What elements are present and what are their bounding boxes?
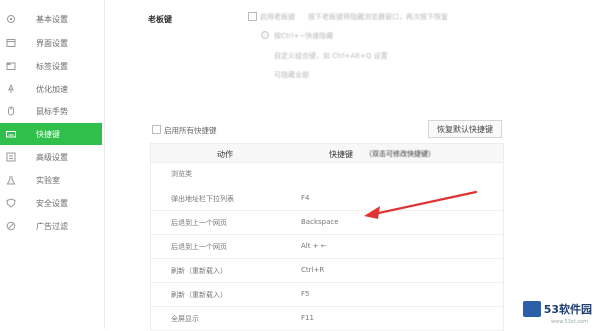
watermark-logo: 53软件园 — [522, 301, 592, 317]
sidebar-item-shortcuts[interactable]: 快捷键 — [0, 123, 102, 145]
sidebar-item-advanced[interactable]: 高级设置 — [0, 146, 102, 168]
enable-all-shortcuts-checkbox[interactable] — [152, 125, 161, 134]
column-key-hint: （双击可修改快捷键） — [365, 150, 435, 158]
boss-key-description: 按下老板键将隐藏浏览器窗口，再次按下恢复 — [308, 13, 448, 21]
row-key[interactable]: F5 — [301, 290, 309, 298]
flask-icon — [6, 175, 16, 185]
gear-icon — [6, 14, 16, 24]
column-key: 快捷键 — [329, 150, 353, 159]
sidebar-item-basic[interactable]: 基本设置 — [0, 8, 102, 30]
row-key[interactable]: Backspace — [301, 218, 339, 226]
window-icon — [6, 38, 16, 48]
rocket-icon — [6, 84, 16, 94]
filter-icon — [6, 221, 16, 231]
sidebar-item-label: 优化加速 — [36, 84, 68, 94]
brand-logo-icon — [522, 301, 541, 317]
table-row[interactable]: 刷新（重新载入） Ctrl+R — [151, 258, 503, 283]
sidebar-item-mouse-gesture[interactable]: 鼠标手势 — [0, 100, 102, 122]
sidebar-item-tabs[interactable]: 标签设置 — [0, 55, 102, 77]
sidebar-item-label: 广告过滤 — [36, 221, 68, 231]
annotation-arrow-icon — [364, 190, 478, 219]
row-action: 全屏显示 — [171, 315, 199, 323]
shield-icon — [6, 198, 16, 208]
row-action: 弹出地址栏下拉列表 — [171, 195, 234, 203]
sidebar-item-ad-filter[interactable]: 广告过滤 — [0, 215, 102, 237]
watermark-site: www.53xt.com — [551, 319, 588, 325]
sidebar-item-interface[interactable]: 界面设置 — [0, 32, 102, 54]
sidebar-item-label: 安全设置 — [36, 198, 68, 208]
sidebar-item-label: 鼠标手势 — [36, 106, 68, 116]
sidebar-item-label: 实验室 — [36, 175, 60, 185]
group-label: 浏览类 — [171, 170, 192, 178]
row-key[interactable]: Ctrl+R — [301, 266, 324, 274]
row-key[interactable]: F4 — [301, 194, 309, 202]
sidebar: 基本设置 界面设置 标签设置 优化加速 鼠标手势 快捷键 高级设置 实验室 安全… — [0, 0, 105, 329]
sidebar-item-label: 界面设置 — [36, 38, 68, 48]
keyboard-icon — [6, 129, 16, 139]
table-row[interactable]: 刷新（重新载入） F5 — [151, 282, 503, 307]
boss-key-option2-label: 自定义组合键，如 Ctrl+Alt+Q 设置 — [274, 52, 388, 60]
row-key[interactable]: F11 — [301, 314, 314, 322]
mouse-icon — [6, 106, 16, 116]
enable-all-shortcuts-label: 启用所有快捷键 — [164, 126, 217, 135]
boss-key-title: 老板键 — [148, 15, 172, 24]
boss-key-sub-label: 可隐藏全部 — [274, 71, 309, 79]
watermark-brand: 53软件园 — [543, 303, 592, 316]
boss-key-enable-label: 启用老板键 — [260, 13, 295, 21]
row-key[interactable]: Alt + ← — [301, 242, 327, 250]
settings-main: 老板键 启用老板键 按下老板键将隐藏浏览器窗口，再次按下恢复 按Ctrl+~快速… — [104, 0, 596, 331]
advanced-icon — [6, 152, 16, 162]
sidebar-item-label: 高级设置 — [36, 152, 68, 162]
sidebar-item-security[interactable]: 安全设置 — [0, 192, 102, 214]
sidebar-item-lab[interactable]: 实验室 — [0, 169, 102, 191]
boss-key-checkbox[interactable] — [248, 12, 257, 21]
table-row[interactable]: 后退到上一个网页 Alt + ← — [151, 234, 503, 259]
sidebar-item-label: 快捷键 — [36, 129, 60, 139]
column-action: 动作 — [217, 150, 233, 159]
sidebar-item-optimize[interactable]: 优化加速 — [0, 78, 102, 100]
shortcut-table: 动作 快捷键 （双击可修改快捷键） 浏览类 弹出地址栏下拉列表 F4 后退到上一… — [150, 143, 504, 331]
row-action: 后退到上一个网页 — [171, 219, 227, 227]
boss-key-option1-radio[interactable] — [261, 31, 269, 39]
row-action: 刷新（重新载入） — [171, 267, 227, 275]
row-action: 后退到上一个网页 — [171, 243, 227, 251]
table-row[interactable]: 全屏显示 F11 — [151, 306, 503, 331]
tab-icon — [6, 61, 16, 71]
boss-key-option1-label: 按Ctrl+~快速隐藏 — [274, 32, 334, 40]
row-action: 刷新（重新载入） — [171, 291, 227, 299]
sidebar-item-label: 基本设置 — [36, 14, 68, 24]
table-header: 动作 快捷键 （双击可修改快捷键） — [151, 144, 503, 163]
sidebar-item-label: 标签设置 — [36, 61, 68, 71]
reset-shortcuts-button[interactable]: 恢复默认快捷键 — [428, 120, 502, 138]
